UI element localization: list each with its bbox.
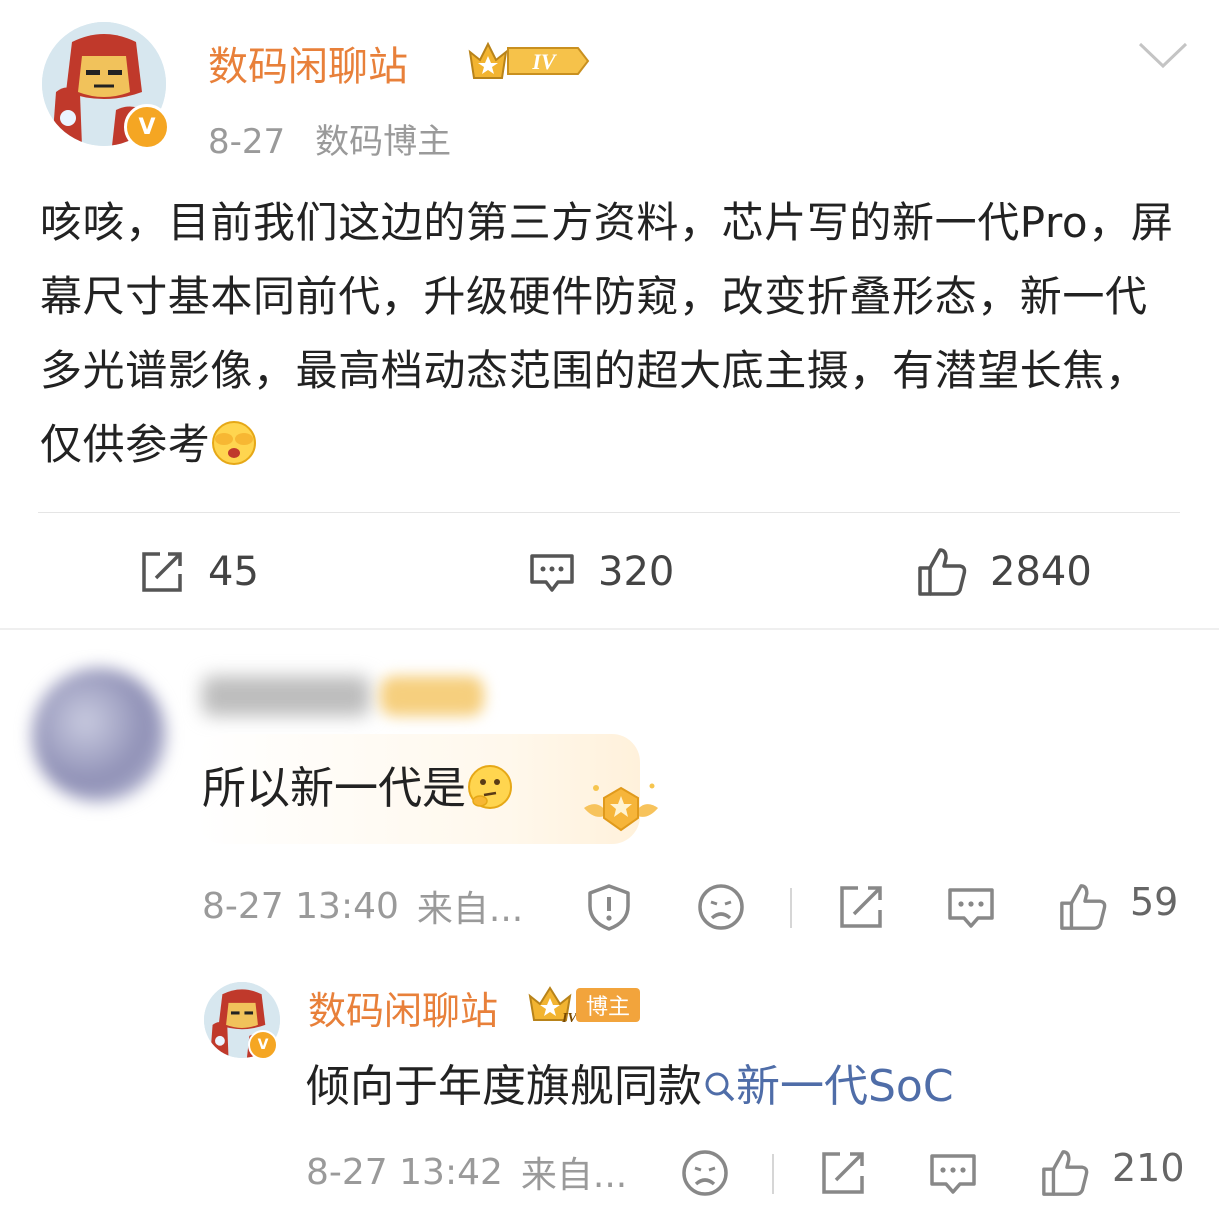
section-divider: [0, 628, 1219, 630]
thinking-face-emoji-icon: [466, 763, 514, 811]
comment-time: 8-27 13:40: [202, 885, 399, 927]
divider: [38, 512, 1180, 513]
comment-meta: 8-27 13:40 来自...: [202, 880, 523, 932]
like-count: 2840: [990, 549, 1092, 595]
comment-count: 320: [598, 549, 675, 595]
repost-count: 45: [208, 549, 259, 595]
thumbs-up-icon: [918, 548, 967, 596]
comment-source: 来自...: [416, 889, 524, 930]
repost-button[interactable]: 45: [138, 540, 259, 604]
comment-text: 所以新一代是: [202, 752, 514, 816]
reply-text-content: 倾向于年度旗舰同款: [306, 1061, 702, 1112]
comment-icon: [530, 554, 574, 592]
cover-face-emoji-icon: [210, 416, 258, 465]
reply-reply-icon[interactable]: [928, 1148, 978, 1198]
reply-verified-badge-icon: V: [248, 1030, 278, 1060]
chevron-down-icon[interactable]: [1136, 38, 1190, 70]
reply-meta-separator: [772, 1154, 774, 1194]
post-date: 8-27: [208, 122, 286, 162]
level-badge-text: IV: [531, 49, 558, 74]
level-crown-badge-icon: IV: [466, 38, 592, 84]
share-icon[interactable]: [836, 882, 886, 932]
topic-link-text[interactable]: 新一代SoC: [736, 1061, 954, 1112]
reply-source: 来自...: [520, 1155, 628, 1196]
reply-time: 8-27 13:42: [306, 1151, 503, 1193]
reply-like-count: 210: [1112, 1146, 1185, 1190]
report-icon[interactable]: [584, 882, 634, 932]
repost-icon: [142, 552, 182, 592]
reply-meta: 8-27 13:42 来自...: [306, 1146, 627, 1198]
post-body: 咳咳，目前我们这边的第三方资料，芯片写的新一代Pro，屏幕尺寸基本同前代，升级硬…: [40, 186, 1190, 482]
commenter-name-blurred[interactable]: [202, 676, 370, 716]
commenter-avatar[interactable]: [32, 668, 166, 802]
topic-search-link[interactable]: 新一代SoC: [702, 1061, 954, 1112]
reply-share-icon[interactable]: [818, 1148, 868, 1198]
search-icon: [705, 1072, 735, 1102]
comment-like-count: 59: [1130, 880, 1179, 924]
reply-icon[interactable]: [946, 882, 996, 932]
meta-separator: [790, 888, 792, 928]
blogger-tag: 博主: [576, 988, 640, 1022]
comment-text-content: 所以新一代是: [202, 763, 466, 814]
author-role: 数码博主: [315, 122, 452, 162]
fan-medal-icon: [578, 778, 664, 842]
comment-like-icon[interactable]: [1058, 882, 1108, 932]
author-name[interactable]: 数码闲聊站: [208, 34, 408, 92]
reply-text: 倾向于年度旗舰同款 新一代SoC: [306, 1050, 954, 1114]
reply-like-icon[interactable]: [1040, 1148, 1090, 1198]
reply-author-name[interactable]: 数码闲聊站: [308, 980, 498, 1035]
verified-badge-icon: V: [124, 104, 170, 150]
comment-button[interactable]: 320: [528, 540, 674, 604]
reply-crown-icon: IV: [526, 984, 580, 1026]
commenter-badge-blurred: [380, 676, 484, 716]
dislike-face-icon[interactable]: [696, 882, 746, 932]
reply-dislike-face-icon[interactable]: [680, 1148, 730, 1198]
post-meta: 8-27 数码博主: [208, 114, 481, 163]
like-button[interactable]: 2840: [916, 540, 1092, 604]
